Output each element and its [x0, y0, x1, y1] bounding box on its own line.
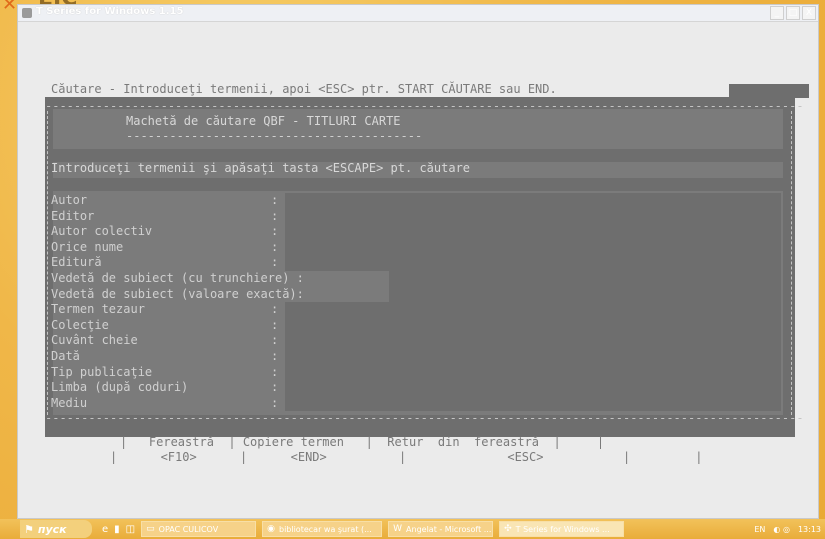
field-limba[interactable]: Limba (după coduri):	[51, 380, 781, 396]
field-tip-publicatie[interactable]: Tip publicaţie:	[51, 364, 781, 381]
field-label: Editor	[51, 208, 95, 223]
task-opac-culicov[interactable]: ▭ OPAC CULICOV	[141, 521, 257, 537]
field-label: Mediu	[51, 395, 88, 410]
title-bar[interactable]: T Series for Windows 1.15 _ □ X	[18, 5, 818, 22]
field-editor[interactable]: Editor:	[51, 208, 781, 225]
task-browser[interactable]: ◉ bibliotecar wa şurat (...	[262, 521, 383, 537]
function-keys-keys[interactable]: | <F10> | <END> | <ESC> | |	[110, 450, 702, 465]
field-autor-colectiv[interactable]: Autor colectiv:	[51, 224, 781, 240]
close-x-decoration: ✕	[2, 0, 18, 15]
field-vedeta-trunchiere[interactable]: Vedetă de subiect (cu trunchiere) :	[51, 270, 781, 287]
function-keys-labels[interactable]: | Fereastră | Copiere termen | Retur din…	[120, 435, 604, 450]
field-input[interactable]	[285, 348, 781, 365]
browser-icon: ◉	[267, 524, 275, 534]
field-mediu[interactable]: Mediu:	[51, 395, 781, 412]
form-title-underline: ----------------------------------------…	[126, 129, 423, 143]
field-list: Autor: Editor: Autor colectiv: Orice num…	[51, 193, 781, 412]
quick-launch: e ▮ ◫	[102, 524, 135, 535]
field-label: Orice nume	[51, 239, 124, 254]
field-data[interactable]: Dată:	[51, 348, 781, 365]
field-orice-nume[interactable]: Orice nume:	[51, 239, 781, 256]
field-input[interactable]	[285, 302, 781, 318]
form-inner: Machetă de căutare QBF - TITLURI CARTE -…	[51, 109, 783, 415]
app-icon: ✣	[504, 524, 512, 534]
field-autor[interactable]: Autor:	[51, 193, 781, 209]
field-label: Autor colectiv	[51, 224, 153, 239]
field-input[interactable]	[285, 239, 781, 256]
form-gap-2	[53, 178, 783, 191]
window-title: T Series for Windows 1.15	[36, 6, 184, 17]
start-button[interactable]: ⚑ пуск	[20, 520, 92, 538]
field-input[interactable]	[285, 193, 781, 209]
tray-icons[interactable]: ◐ ◎	[773, 525, 790, 534]
language-indicator[interactable]: EN	[754, 525, 765, 534]
field-input[interactable]	[285, 333, 781, 349]
field-termen-tezaur[interactable]: Termen tezaur:	[51, 302, 781, 318]
field-input[interactable]	[285, 395, 781, 412]
search-prompt: Căutare - Introduceţi termenii, apoi <ES…	[51, 82, 557, 96]
maximize-button[interactable]: □	[786, 6, 800, 20]
field-input[interactable]	[285, 255, 781, 271]
start-label: пуск	[37, 522, 67, 536]
field-input[interactable]	[285, 208, 781, 225]
folder-icon: ▭	[146, 524, 155, 534]
app-icon[interactable]	[22, 8, 32, 18]
desktop-quicklaunch-icon[interactable]: ◫	[126, 524, 135, 535]
field-cuvant-cheie[interactable]: Cuvânt cheie:	[51, 333, 781, 349]
app-window: T Series for Windows 1.15 _ □ X Căutare …	[17, 4, 819, 519]
field-input[interactable]	[389, 270, 781, 287]
field-vedeta-exacta[interactable]: Vedetă de subiect (valoare exactă):	[51, 286, 781, 303]
field-label: Vedetă de subiect (cu trunchiere) :	[51, 270, 304, 285]
field-label: Limba (după coduri)	[51, 380, 189, 395]
function-keys-bar: | Fereastră | Copiere termen | Retur din…	[18, 435, 820, 495]
field-label: Cuvânt cheie	[51, 333, 138, 348]
field-input[interactable]	[285, 380, 781, 396]
field-label: Editură	[51, 255, 102, 270]
field-input[interactable]	[285, 317, 781, 334]
field-input[interactable]	[389, 286, 781, 303]
field-label: Colecţie	[51, 317, 109, 332]
field-label: Vedetă de subiect (valoare exactă):	[51, 286, 304, 301]
clock[interactable]: 13:13	[798, 525, 821, 534]
form-border-left	[47, 111, 49, 415]
field-colectie[interactable]: Colecţie:	[51, 317, 781, 334]
field-input[interactable]	[285, 364, 781, 381]
field-label: Dată	[51, 348, 80, 363]
task-t-series[interactable]: ✣ T Series for Windows ...	[499, 521, 625, 537]
form-title: Machetă de căutare QBF - TITLURI CARTE	[126, 114, 401, 128]
browser-quicklaunch-icon[interactable]: e	[102, 524, 108, 535]
minimize-button[interactable]: _	[770, 6, 784, 20]
form-instruction: Introduceţi termenii şi apăsaţi tasta <E…	[51, 161, 471, 175]
field-label: Autor	[51, 193, 88, 207]
qbf-form-panel: ----------------------------------------…	[45, 97, 804, 437]
word-icon: W	[393, 524, 403, 534]
field-editura[interactable]: Editură:	[51, 255, 781, 271]
field-label: Tip publicaţie	[51, 364, 153, 379]
system-tray: EN ◐ ◎ 13:13	[754, 525, 821, 534]
task-word[interactable]: W Angelat - Microsoft ...	[388, 521, 494, 537]
form-border-bottom: ----------------------------------------…	[45, 411, 804, 425]
field-label: Termen tezaur	[51, 302, 145, 317]
document-quicklaunch-icon[interactable]: ▮	[114, 524, 120, 535]
field-input[interactable]	[285, 224, 781, 240]
taskbar: ⚑ пуск e ▮ ◫ ▭ OPAC CULICOV ◉ bibliotecar …	[0, 519, 825, 539]
form-border-right	[791, 111, 793, 415]
close-button[interactable]: X	[802, 6, 816, 20]
prompt-cursor-bar	[729, 84, 809, 98]
windows-flag-icon: ⚑	[24, 522, 34, 536]
